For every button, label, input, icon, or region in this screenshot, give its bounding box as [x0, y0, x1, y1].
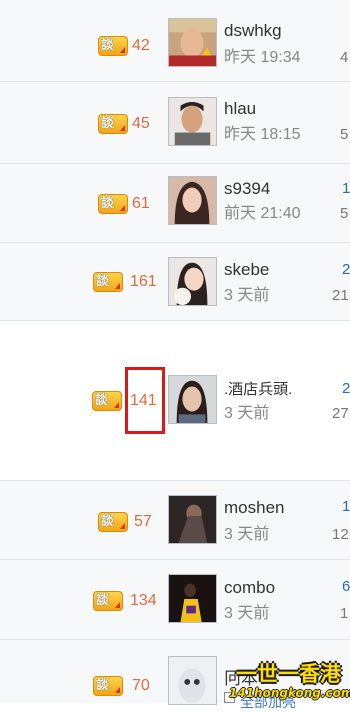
reply-count[interactable]: 61	[132, 194, 172, 214]
reply-count[interactable]: 70	[132, 676, 172, 696]
watermark-title: 一世一香港	[236, 662, 341, 686]
avatar[interactable]	[168, 18, 217, 67]
post-time: 前天 21:40	[224, 205, 301, 222]
post-time: 3 天前	[224, 405, 270, 422]
highlight-annotation-box	[125, 367, 165, 434]
table-row[interactable]: 談 141 .酒店兵頭. 3 天前 2 27	[0, 321, 350, 481]
discussion-badge-icon: 談	[98, 114, 128, 134]
user-name-link[interactable]: dswhkg	[224, 20, 282, 42]
table-row[interactable]: 談 45 hlau 昨天 18:15 5	[0, 82, 350, 164]
table-row[interactable]: 談 42 dswhkg 昨天 19:34 4	[0, 0, 350, 82]
reply-count[interactable]: 161	[130, 272, 170, 292]
stat-value: 2	[342, 261, 350, 278]
discussion-badge-icon: 談	[92, 391, 122, 411]
stat-value: 4	[340, 49, 349, 66]
discussion-badge-icon: 談	[98, 194, 128, 214]
reply-count[interactable]: 45	[132, 114, 172, 134]
table-row[interactable]: 談 61 s9394 前天 21:40 1 5	[0, 164, 350, 243]
post-time: 昨天 19:34	[224, 49, 301, 66]
avatar[interactable]	[168, 656, 217, 705]
site-watermark: 一世一香港 141hongkong.com	[227, 658, 350, 703]
stat-value: 27	[332, 405, 349, 422]
table-row[interactable]: 談 57 moshen 3 天前 1 12	[0, 481, 350, 560]
avatar[interactable]	[168, 257, 217, 306]
stat-value: 6	[342, 578, 350, 595]
user-name-link[interactable]: s9394	[224, 178, 270, 200]
avatar[interactable]	[168, 97, 217, 146]
stat-value: 5	[340, 205, 349, 222]
reply-count[interactable]: 42	[132, 36, 172, 56]
avatar[interactable]	[168, 574, 217, 623]
user-name-link[interactable]: hlau	[224, 98, 256, 120]
discussion-badge-icon: 談	[93, 676, 123, 696]
avatar[interactable]	[168, 176, 217, 225]
table-row[interactable]: 談 161 skebe 3 天前 2 21	[0, 243, 350, 321]
stat-value: 2	[342, 380, 350, 397]
watermark-url: 141hongkong.com	[229, 686, 350, 700]
discussion-badge-icon: 談	[93, 591, 123, 611]
avatar[interactable]	[168, 495, 217, 544]
user-name-link[interactable]: skebe	[224, 259, 269, 281]
post-time: 3 天前	[224, 605, 270, 622]
stat-value: 21	[332, 287, 349, 304]
reply-count[interactable]: 134	[130, 591, 170, 611]
stat-value: 1	[342, 180, 350, 197]
stat-value: 12	[332, 526, 349, 543]
stat-value: 5	[340, 126, 349, 143]
user-name-link[interactable]: moshen	[224, 497, 284, 519]
post-time: 昨天 18:15	[224, 126, 301, 143]
discussion-badge-icon: 談	[98, 36, 128, 56]
user-name-link[interactable]: combo	[224, 577, 275, 599]
discussion-badge-icon: 談	[98, 512, 128, 532]
stat-value: 1	[342, 498, 350, 515]
table-row[interactable]: 談 134 combo 3 天前 6 1	[0, 560, 350, 640]
discussion-badge-icon: 談	[93, 272, 123, 292]
user-name-link[interactable]: .酒店兵頭.	[224, 379, 292, 401]
post-time: 3 天前	[224, 526, 270, 543]
avatar[interactable]	[168, 375, 217, 424]
stat-value: 1	[340, 605, 349, 622]
post-time: 3 天前	[224, 287, 270, 304]
